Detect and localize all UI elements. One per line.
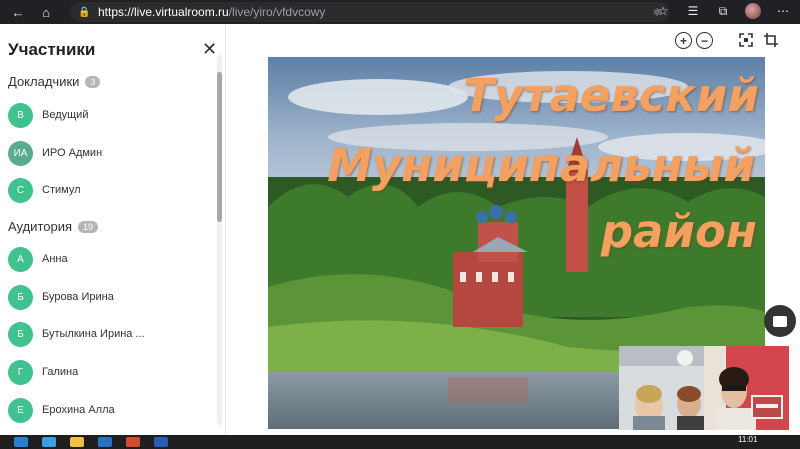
slide-title-line3: район (600, 205, 757, 258)
webcam-video[interactable] (704, 346, 789, 430)
back-arrow-icon[interactable]: ← (8, 2, 28, 22)
slide-title-line2: Муниципальный (327, 139, 755, 192)
zoom-controls: + − (675, 32, 713, 49)
address-bar[interactable]: 🔒 https://live.virtualroom.ru/live/yiro/… (70, 2, 670, 22)
webcam-panel (619, 346, 789, 430)
powerpoint-icon[interactable] (126, 437, 140, 447)
participant-item[interactable]: В Ведущий (8, 102, 208, 128)
participant-item[interactable]: А Анна (8, 246, 208, 272)
avatar: Б (8, 284, 33, 310)
avatar: Г (8, 359, 33, 385)
zoom-in-icon[interactable]: + (675, 32, 692, 49)
participant-name: Анна (42, 253, 68, 265)
edge-icon[interactable] (42, 437, 56, 447)
participant-item[interactable]: ИА ИРО Админ (8, 140, 208, 166)
avatar: В (8, 102, 33, 128)
fit-to-screen-icon[interactable] (738, 32, 753, 47)
word-icon[interactable] (154, 437, 168, 447)
url-path: /live/yiro/vfdvcowy (228, 5, 326, 19)
close-icon[interactable]: ✕ (202, 39, 217, 60)
collections-icon[interactable]: ⧉ (714, 2, 732, 20)
avatar: С (8, 177, 33, 203)
home-icon[interactable]: ⌂ (36, 2, 56, 22)
taskbar-clock[interactable]: 11:01 (738, 435, 757, 445)
speakers-section-header: Докладчики 3 (8, 74, 101, 89)
participant-name: Бутылкина Ирина ... (42, 328, 145, 340)
mail-icon[interactable] (98, 437, 112, 447)
chat-icon (773, 315, 787, 327)
audience-section-header: Аудитория 19 (8, 219, 99, 234)
audience-label: Аудитория (8, 219, 73, 234)
browser-toolbar: ← ⌂ 🔒 https://live.virtualroom.ru/live/y… (0, 0, 800, 24)
avatar: ИА (8, 140, 33, 166)
favorites-list-icon[interactable]: ☰ (684, 2, 702, 20)
chat-button[interactable] (764, 305, 796, 337)
start-icon[interactable] (14, 437, 28, 447)
panel-title: Участники (8, 40, 96, 59)
avatar: Б (8, 321, 33, 347)
participant-name: Бурова Ирина (42, 291, 114, 303)
more-menu-icon[interactable]: ⋯ (774, 2, 792, 20)
audience-count-badge: 19 (78, 220, 99, 233)
profile-avatar[interactable] (744, 2, 762, 20)
participant-item[interactable]: С Стимул (8, 177, 208, 203)
crop-icon[interactable] (763, 32, 778, 47)
speakers-label: Докладчики (8, 74, 80, 89)
participant-item[interactable]: Б Бутылкина Ирина ... (8, 321, 208, 347)
participant-name: Галина (42, 366, 79, 378)
windows-taskbar: 11:01 (0, 435, 800, 449)
participant-name: Стимул (42, 184, 81, 196)
participant-item[interactable]: Е Ерохина Алла (8, 397, 208, 423)
participant-name: ИРО Админ (42, 147, 103, 159)
participant-name: Ерохина Алла (42, 404, 115, 416)
zoom-out-icon[interactable]: − (696, 32, 713, 49)
view-controls (738, 32, 778, 47)
participant-name: Ведущий (42, 109, 89, 121)
webcam-video[interactable] (619, 346, 704, 430)
avatar: А (8, 246, 33, 272)
url-host: https://live.virtualroom.ru (98, 5, 229, 19)
favorite-star-icon[interactable]: ☆ (654, 2, 672, 20)
participant-item[interactable]: Б Бурова Ирина (8, 284, 208, 310)
participants-panel: Участники ✕ Докладчики 3 В Ведущий ИА ИР… (0, 24, 226, 435)
speakers-count-badge: 3 (85, 75, 101, 88)
slide-title-line1: Тутаевский (463, 69, 759, 122)
avatar: Е (8, 397, 33, 423)
explorer-icon[interactable] (70, 437, 84, 447)
sidebar-scrollbar-thumb[interactable] (217, 72, 222, 222)
lock-icon: 🔒 (78, 6, 91, 18)
participant-item[interactable]: Г Галина (8, 359, 208, 385)
